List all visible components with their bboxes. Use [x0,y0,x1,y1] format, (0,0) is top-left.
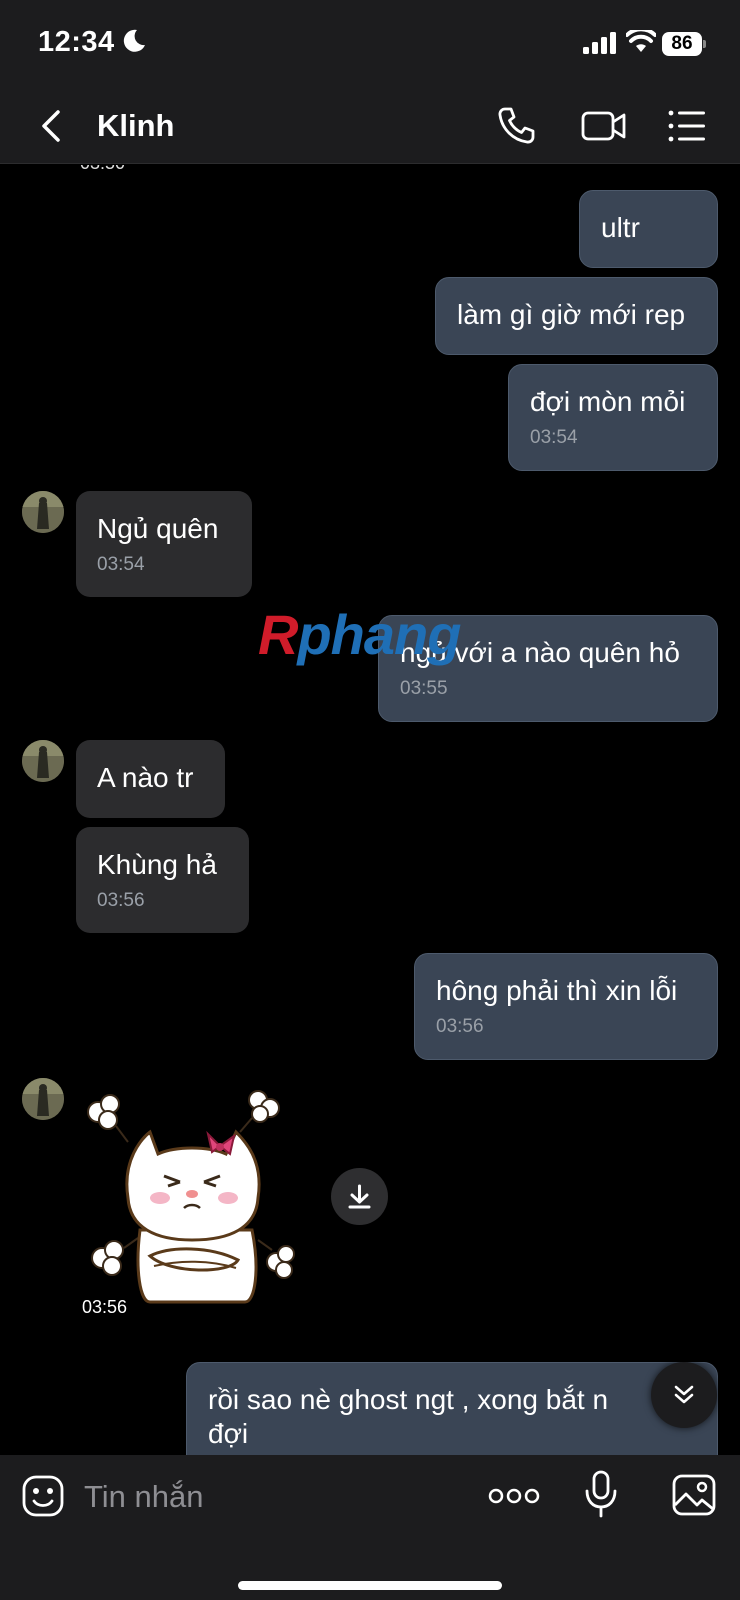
wifi-icon [626,30,656,52]
outgoing-message[interactable]: ultr [579,190,718,268]
message-text: rồi sao nè ghost ngt , xong bắt n [208,1384,609,1415]
phone-call-icon[interactable] [494,104,538,148]
avatar[interactable] [22,1078,64,1120]
angry-cat-sticker[interactable] [80,1090,300,1305]
message-timestamp: 03:50 [80,165,125,174]
watermark-first-letter: R [258,603,298,666]
message-text: Khùng hả [97,849,217,880]
status-bar: 12:34 86 [0,0,740,88]
home-indicator[interactable] [238,1581,502,1590]
battery-level: 86 [662,32,702,56]
outgoing-message[interactable]: rồi sao nè ghost ngt , xong bắt n đợi [186,1362,718,1455]
battery-icon: 86 [662,32,706,56]
sticker-timestamp: 03:56 [78,1295,132,1320]
composer-bar [0,1455,740,1600]
message-input[interactable] [84,1475,464,1519]
menu-list-icon[interactable] [665,104,709,148]
incoming-message[interactable]: A nào tr [76,740,225,818]
avatar[interactable] [22,491,64,533]
emoji-sticker-icon[interactable] [21,1474,65,1518]
incoming-message[interactable]: Ngủ quên 03:54 [76,491,252,597]
outgoing-message[interactable]: làm gì giờ mới rep [435,277,718,355]
scroll-to-bottom-button[interactable] [651,1362,717,1428]
chat-header: Klinh [0,88,740,164]
contact-name[interactable]: Klinh [97,108,175,144]
message-timestamp: 03:54 [530,427,578,448]
incoming-message[interactable]: Khùng hả 03:56 [76,827,249,933]
moon-icon [123,29,145,52]
status-time: 12:34 [38,26,115,58]
video-call-icon[interactable] [580,104,628,148]
avatar[interactable] [22,740,64,782]
watermark-rest: phang [297,603,461,666]
message-text: hông phải thì xin lỗi [436,975,678,1006]
message-text: ultr [601,212,640,243]
back-button[interactable] [36,106,70,146]
message-timestamp: 03:54 [97,554,145,575]
message-timestamp: 03:55 [400,678,448,699]
outgoing-message[interactable]: hông phải thì xin lỗi 03:56 [414,953,718,1060]
message-list[interactable]: 03:50 ultr làm gì giờ mới rep đợi mòn mỏ… [0,165,740,1455]
message-text: A nào tr [97,762,194,793]
double-chevron-down-icon [674,1385,694,1404]
message-text: đợi mòn mỏi [530,386,686,417]
message-text: Ngủ quên [97,513,219,544]
watermark-logo: Rphang [258,602,461,667]
message-timestamp: 03:56 [436,1016,484,1037]
message-text-line2: đợi [208,1418,249,1449]
more-options-icon[interactable] [488,1485,540,1507]
outgoing-message[interactable]: đợi mòn mỏi 03:54 [508,364,718,471]
download-button[interactable] [331,1168,388,1225]
message-timestamp: 03:56 [97,890,145,911]
message-text: làm gì giờ mới rep [457,299,686,330]
image-gallery-icon[interactable] [671,1473,717,1517]
signal-icon [583,32,616,54]
microphone-icon[interactable] [583,1469,619,1519]
